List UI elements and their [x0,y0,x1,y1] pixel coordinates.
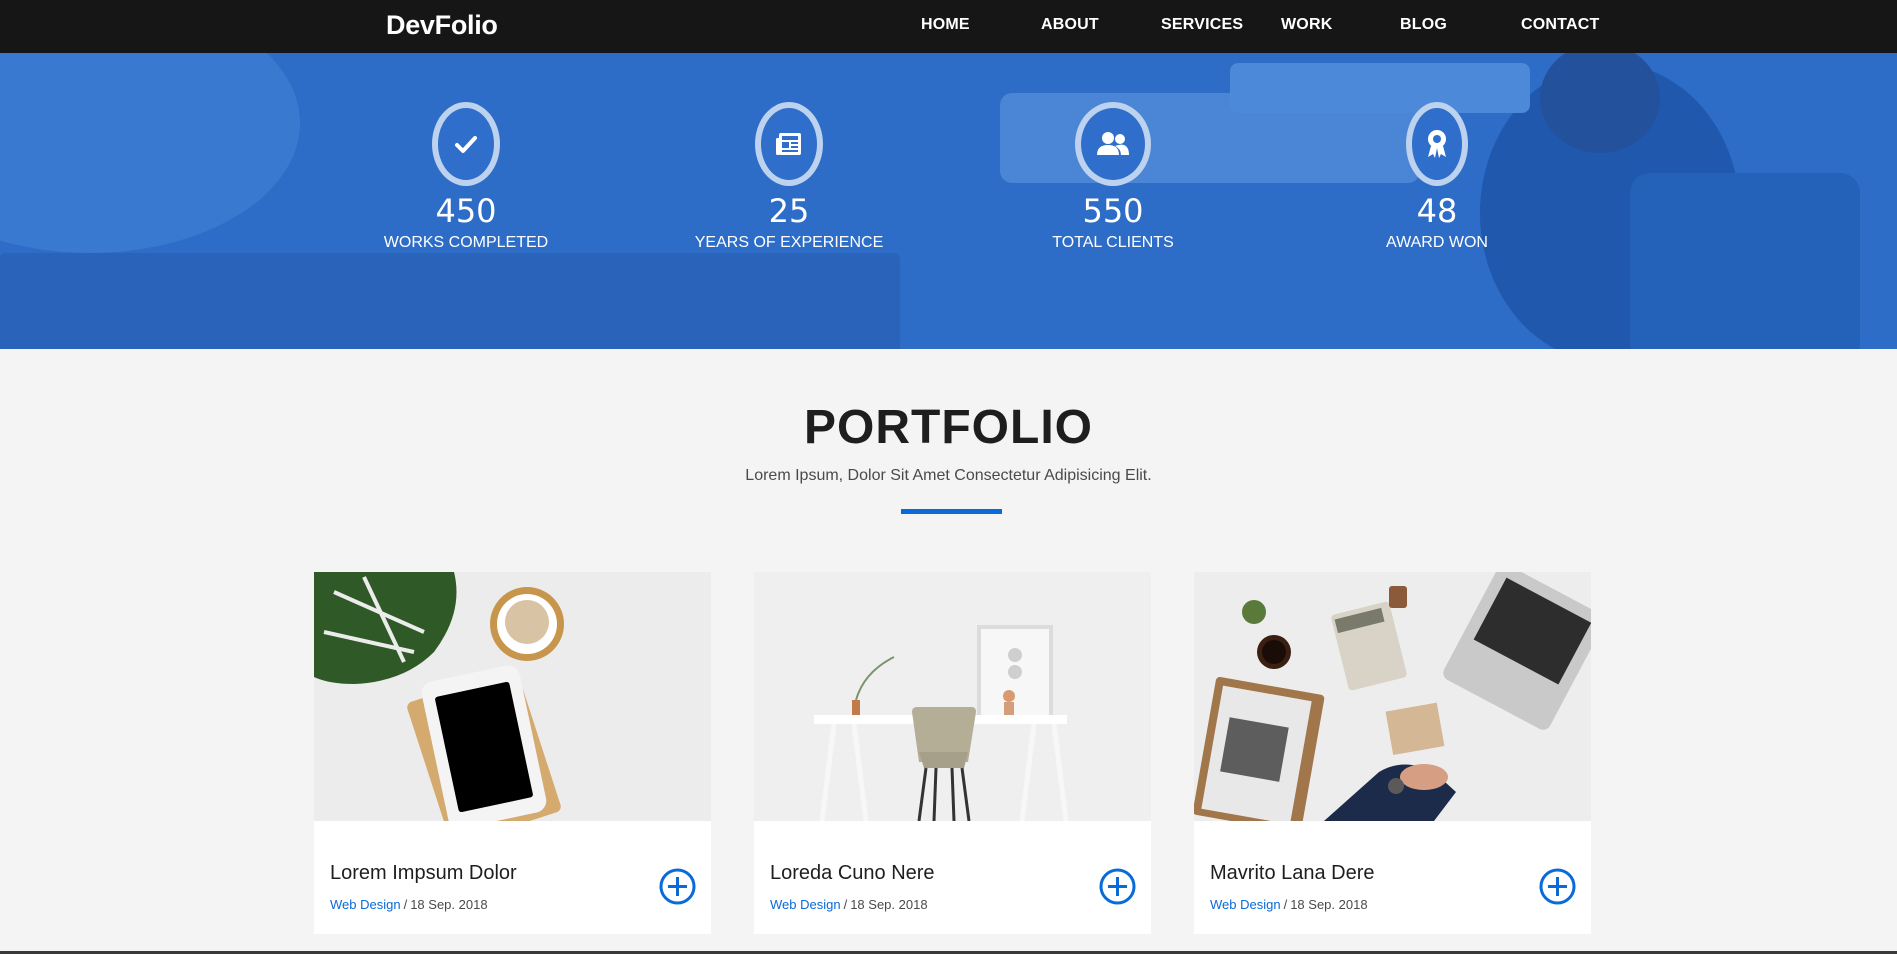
card-photo [314,572,711,821]
navbar: DevFolio HOME ABOUT SERVICES WORK BLOG C… [0,0,1897,53]
users-icon [1097,132,1129,155]
card-meta: Web Design/18 Sep. 2018 [770,897,928,912]
card-body: Mavrito Lana Dere Web Design/18 Sep. 201… [1194,821,1591,934]
nav-work[interactable]: WORK [1281,16,1332,34]
counter-icon-ring [1406,102,1468,186]
card-meta: Web Design/18 Sep. 2018 [330,897,488,912]
counters-section: 450 WORKS COMPLETED 25 YEARS OF EXPERIEN… [0,53,1897,349]
plus-circle-icon[interactable] [659,868,696,905]
business-desk-laptop-photo[interactable] [1194,572,1591,821]
portfolio-card[interactable]: Lorem Impsum Dolor Web Design/18 Sep. 20… [314,572,711,934]
portfolio-subtitle: Lorem Ipsum, Dolor Sit Amet Consectetur … [745,467,1152,484]
counter-number: 48 [1416,192,1458,230]
check-icon [455,136,477,153]
meta-separator: / [843,897,848,912]
card-body: Lorem Impsum Dolor Web Design/18 Sep. 20… [314,821,711,934]
plus-circle-icon[interactable] [1539,868,1576,905]
workspace-tablet-plant-photo[interactable] [314,572,711,821]
counter-label: WORKS COMPLETED [383,234,549,251]
counter-works-completed: 450 WORKS COMPLETED [316,102,616,252]
nav-about[interactable]: ABOUT [1041,16,1099,34]
counter-number: 25 [768,192,810,230]
counter-icon-ring [755,102,823,186]
counter-awards-won: 48 AWARD WON [1287,102,1587,252]
plus-circle-icon[interactable] [1099,868,1136,905]
card-title[interactable]: Mavrito Lana Dere [1210,862,1375,885]
white-desk-chair-photo[interactable] [754,572,1151,821]
card-title[interactable]: Loreda Cuno Nere [770,862,935,885]
brand-logo[interactable]: DevFolio [386,10,498,41]
counter-number: 550 [1082,192,1144,230]
card-category-link[interactable]: Web Design [330,897,401,912]
card-date: 18 Sep. 2018 [410,897,488,912]
card-date: 18 Sep. 2018 [850,897,928,912]
card-photo [754,572,1151,821]
counter-number: 450 [435,192,497,230]
card-category-link[interactable]: Web Design [1210,897,1281,912]
card-photo [1194,572,1591,821]
card-date: 18 Sep. 2018 [1290,897,1368,912]
card-category-link[interactable]: Web Design [770,897,841,912]
counter-label: TOTAL CLIENTS [1052,234,1174,251]
award-icon [1428,130,1446,158]
counter-label: AWARD WON [1386,234,1488,251]
nav-services[interactable]: SERVICES [1161,16,1243,34]
background-shape [0,53,300,253]
counter-total-clients: 550 TOTAL CLIENTS [963,102,1263,252]
title-underline [901,509,1002,514]
meta-separator: / [403,897,408,912]
counter-icon-ring [432,102,500,186]
card-title[interactable]: Lorem Impsum Dolor [330,862,517,885]
nav-home[interactable]: HOME [921,16,970,34]
portfolio-card[interactable]: Mavrito Lana Dere Web Design/18 Sep. 201… [1194,572,1591,934]
portfolio-card[interactable]: Loreda Cuno Nere Web Design/18 Sep. 2018 [754,572,1151,934]
counter-years-experience: 25 YEARS OF EXPERIENCE [639,102,939,252]
background-shape [0,253,900,349]
background-shape [1630,173,1860,349]
card-body: Loreda Cuno Nere Web Design/18 Sep. 2018 [754,821,1151,934]
counter-label: YEARS OF EXPERIENCE [694,234,884,251]
meta-separator: / [1283,897,1288,912]
nav-contact[interactable]: CONTACT [1521,16,1599,34]
portfolio-title: PORTFOLIO [804,401,1093,454]
newspaper-icon [776,133,801,155]
counter-icon-ring [1075,102,1151,186]
nav-blog[interactable]: BLOG [1400,16,1447,34]
card-meta: Web Design/18 Sep. 2018 [1210,897,1368,912]
